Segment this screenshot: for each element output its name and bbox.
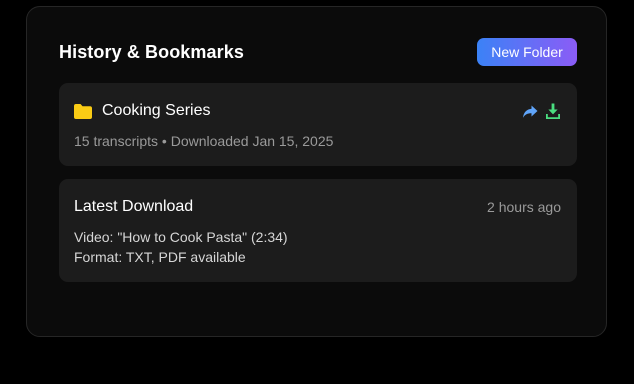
latest-download-video: Video: "How to Cook Pasta" (2:34) <box>74 229 288 245</box>
panel-title: History & Bookmarks <box>59 42 244 62</box>
share-icon[interactable] <box>522 104 538 120</box>
folder-meta: 15 transcripts • Downloaded Jan 15, 2025 <box>74 133 334 149</box>
new-folder-button[interactable]: New Folder <box>477 38 577 66</box>
folder-icon <box>74 104 92 119</box>
folder-card-cooking-series[interactable]: Cooking Series 15 transcripts • Download… <box>59 83 577 166</box>
latest-download-card[interactable]: Latest Download 2 hours ago Video: "How … <box>59 179 577 282</box>
history-bookmarks-panel: History & Bookmarks New Folder Cooking S… <box>26 6 607 337</box>
latest-download-time: 2 hours ago <box>487 199 561 215</box>
folder-name: Cooking Series <box>102 102 211 119</box>
download-icon[interactable] <box>545 103 561 120</box>
latest-download-format: Format: TXT, PDF available <box>74 249 246 265</box>
latest-download-title: Latest Download <box>74 198 194 215</box>
